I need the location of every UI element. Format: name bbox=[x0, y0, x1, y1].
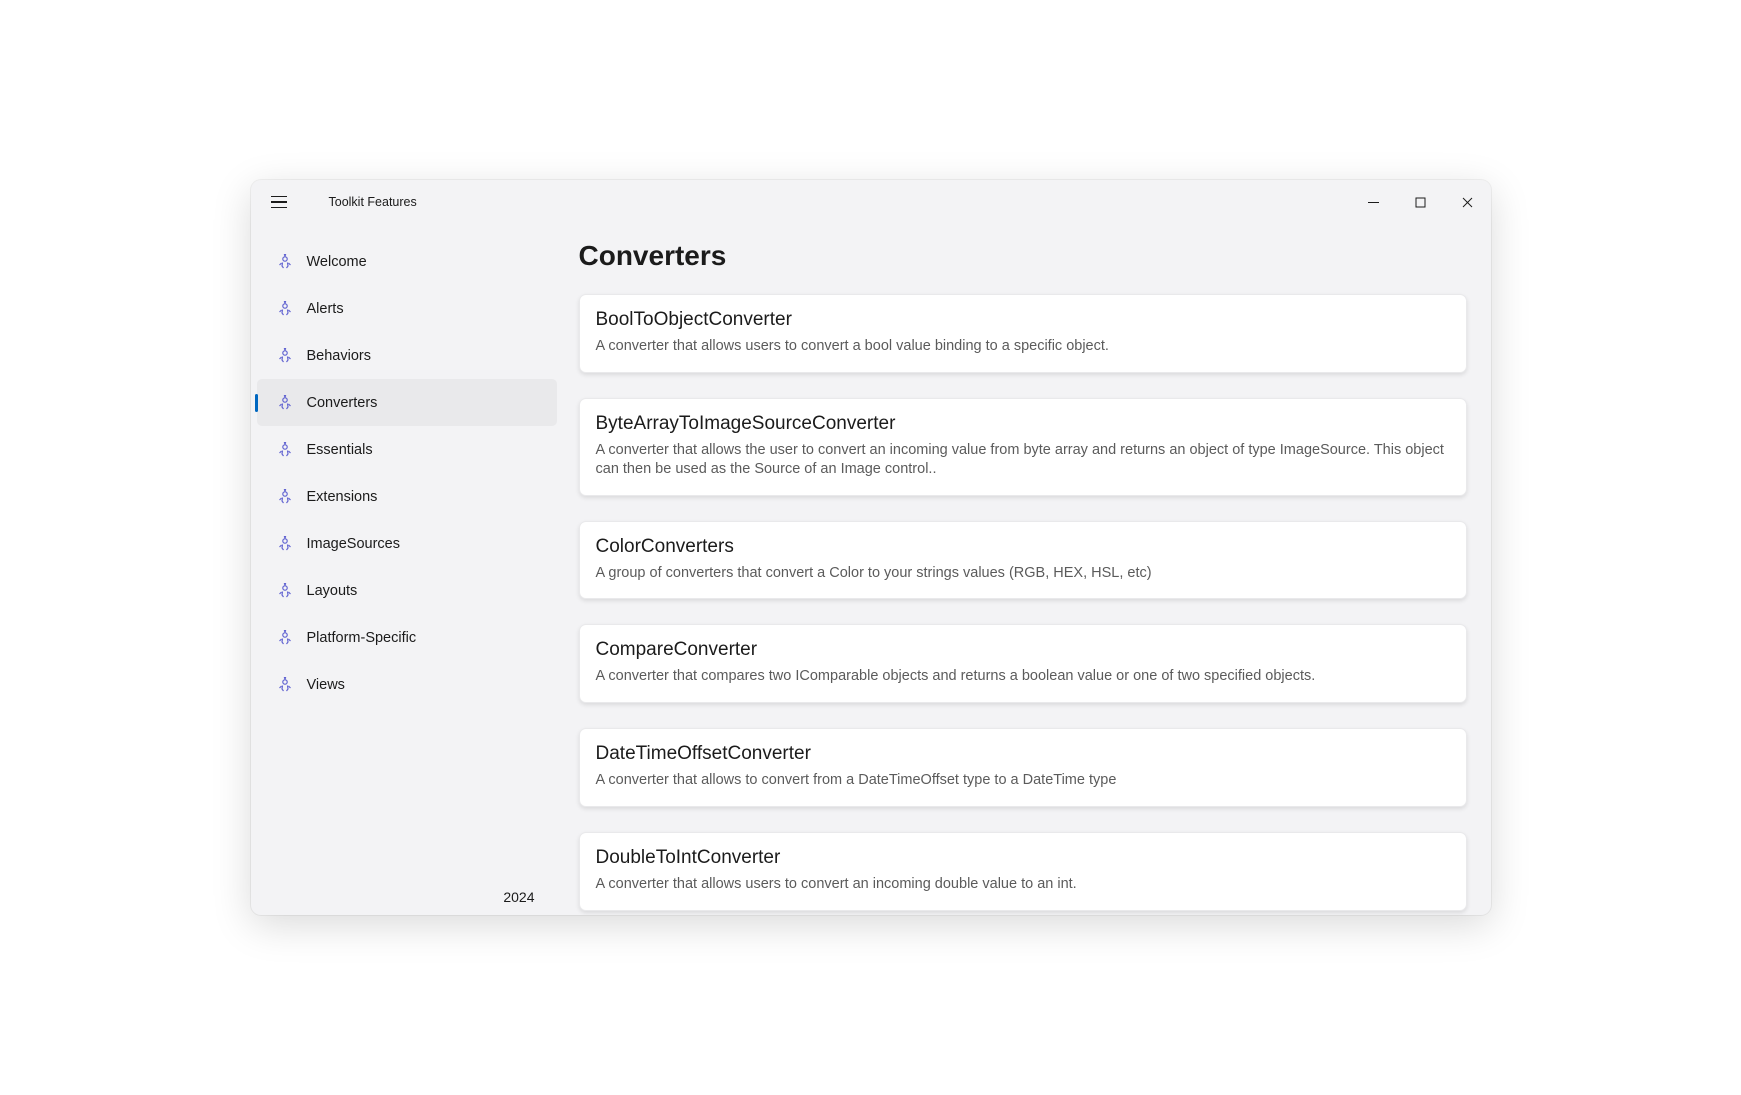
converter-card[interactable]: CompareConverter A converter that compare… bbox=[579, 624, 1467, 703]
sidebar-item-label: Views bbox=[307, 677, 345, 693]
converter-card[interactable]: DoubleToIntConverter A converter that all… bbox=[579, 832, 1467, 911]
nav-list: Welcome Alerts Behaviors Converters Essentia… bbox=[251, 238, 563, 889]
close-icon bbox=[1462, 197, 1473, 208]
minimize-button[interactable] bbox=[1350, 180, 1397, 224]
sidebar-item-label: Platform-Specific bbox=[307, 630, 417, 646]
sidebar: Welcome Alerts Behaviors Converters Essentia… bbox=[251, 224, 563, 915]
sidebar-item-layouts[interactable]: Layouts bbox=[257, 567, 557, 614]
sidebar-item-label: Essentials bbox=[307, 442, 373, 458]
sidebar-item-label: Extensions bbox=[307, 489, 378, 505]
sidebar-item-extensions[interactable]: Extensions bbox=[257, 473, 557, 520]
hamburger-icon[interactable] bbox=[271, 192, 291, 212]
card-description: A converter that allows to convert from … bbox=[596, 771, 1450, 790]
card-list: BoolToObjectConverter A converter that al… bbox=[579, 294, 1467, 911]
sidebar-item-behaviors[interactable]: Behaviors bbox=[257, 332, 557, 379]
robot-icon bbox=[277, 677, 293, 693]
card-title: BoolToObjectConverter bbox=[596, 309, 1450, 331]
robot-icon bbox=[277, 301, 293, 317]
main-content[interactable]: Converters BoolToObjectConverter A conver… bbox=[563, 224, 1491, 915]
sidebar-item-label: Welcome bbox=[307, 254, 367, 270]
close-button[interactable] bbox=[1444, 180, 1491, 224]
robot-icon bbox=[277, 536, 293, 552]
sidebar-item-alerts[interactable]: Alerts bbox=[257, 285, 557, 332]
window-title: Toolkit Features bbox=[329, 195, 417, 209]
converter-card[interactable]: ByteArrayToImageSourceConverter A convert… bbox=[579, 398, 1467, 496]
sidebar-item-label: Behaviors bbox=[307, 348, 371, 364]
maximize-button[interactable] bbox=[1397, 180, 1444, 224]
sidebar-item-imagesources[interactable]: ImageSources bbox=[257, 520, 557, 567]
robot-icon bbox=[277, 442, 293, 458]
card-description: A group of converters that convert a Col… bbox=[596, 564, 1450, 583]
card-description: A converter that compares two IComparabl… bbox=[596, 667, 1450, 686]
card-title: CompareConverter bbox=[596, 639, 1450, 661]
sidebar-footer: 2024 bbox=[251, 889, 563, 915]
app-window: Toolkit Features Welcome Alerts Behaviors C… bbox=[251, 180, 1491, 915]
converter-card[interactable]: BoolToObjectConverter A converter that al… bbox=[579, 294, 1467, 373]
page-title: Converters bbox=[579, 240, 1467, 272]
robot-icon bbox=[277, 348, 293, 364]
card-description: A converter that allows the user to conv… bbox=[596, 441, 1450, 479]
maximize-icon bbox=[1415, 197, 1426, 208]
converter-card[interactable]: DateTimeOffsetConverter A converter that … bbox=[579, 728, 1467, 807]
card-title: DateTimeOffsetConverter bbox=[596, 743, 1450, 765]
sidebar-item-platform-specific[interactable]: Platform-Specific bbox=[257, 614, 557, 661]
sidebar-item-views[interactable]: Views bbox=[257, 661, 557, 708]
sidebar-item-converters[interactable]: Converters bbox=[257, 379, 557, 426]
window-controls bbox=[1350, 180, 1491, 224]
content-area: Welcome Alerts Behaviors Converters Essentia… bbox=[251, 224, 1491, 915]
sidebar-item-label: Alerts bbox=[307, 301, 344, 317]
card-description: A converter that allows users to convert… bbox=[596, 337, 1450, 356]
titlebar: Toolkit Features bbox=[251, 180, 1491, 224]
card-title: ByteArrayToImageSourceConverter bbox=[596, 413, 1450, 435]
robot-icon bbox=[277, 630, 293, 646]
sidebar-item-welcome[interactable]: Welcome bbox=[257, 238, 557, 285]
robot-icon bbox=[277, 489, 293, 505]
robot-icon bbox=[277, 583, 293, 599]
card-description: A converter that allows users to convert… bbox=[596, 875, 1450, 894]
minimize-icon bbox=[1368, 197, 1379, 208]
converter-card[interactable]: ColorConverters A group of converters tha… bbox=[579, 521, 1467, 600]
sidebar-item-label: ImageSources bbox=[307, 536, 401, 552]
robot-icon bbox=[277, 395, 293, 411]
card-title: ColorConverters bbox=[596, 536, 1450, 558]
sidebar-item-label: Converters bbox=[307, 395, 378, 411]
sidebar-item-essentials[interactable]: Essentials bbox=[257, 426, 557, 473]
card-title: DoubleToIntConverter bbox=[596, 847, 1450, 869]
sidebar-item-label: Layouts bbox=[307, 583, 358, 599]
robot-icon bbox=[277, 254, 293, 270]
